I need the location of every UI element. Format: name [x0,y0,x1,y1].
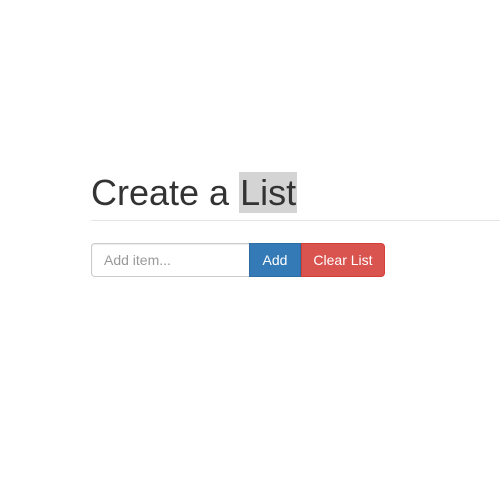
add-item-form: Add Clear List [91,243,385,277]
page-title-prefix: Create a [91,172,240,213]
page-title-highlight: List [239,172,298,213]
add-item-input[interactable] [91,243,249,277]
add-button[interactable]: Add [249,243,301,277]
title-row: Create a List [91,171,500,221]
clear-list-button[interactable]: Clear List [301,243,385,277]
page: Create a List Add Clear List [0,0,500,500]
page-title: Create a List [91,171,500,215]
